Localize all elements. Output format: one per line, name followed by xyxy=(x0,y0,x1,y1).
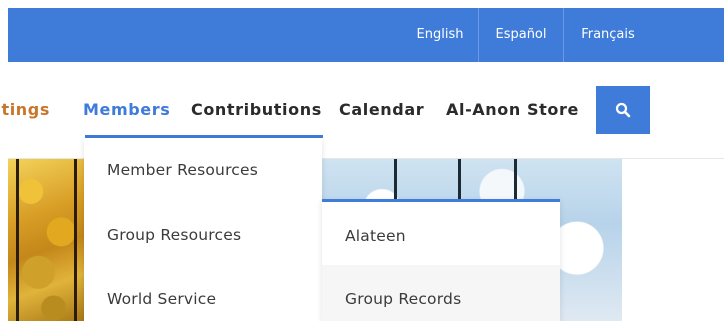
menu-item-group-resources[interactable]: Group Resources xyxy=(107,226,241,244)
search-button[interactable] xyxy=(596,86,650,134)
menu-item-member-resources[interactable]: Member Resources xyxy=(107,161,258,179)
tree-trunk xyxy=(16,159,19,321)
menu-item-world-service[interactable]: World Service xyxy=(107,290,216,308)
nav-item-members[interactable]: Members xyxy=(83,100,170,119)
language-bar: English Español Français xyxy=(8,8,724,62)
submenu-item-alateen[interactable]: Alateen xyxy=(345,227,406,245)
nav-item-meetings[interactable]: etings xyxy=(0,100,50,119)
nav-item-al-anon-store[interactable]: Al-Anon Store xyxy=(446,100,579,119)
window-post xyxy=(514,159,517,199)
autumn-tree-photo xyxy=(8,159,84,321)
language-english-link[interactable]: English xyxy=(402,8,478,62)
language-espanol-link[interactable]: Español xyxy=(478,8,563,62)
nav-item-contributions[interactable]: Contributions xyxy=(191,100,322,119)
window-post xyxy=(394,159,397,199)
submenu-dropdown: Alateen Group Records xyxy=(322,199,560,321)
members-dropdown-menu: Member Resources Group Resources World S… xyxy=(84,138,322,321)
submenu-item-group-records[interactable]: Group Records xyxy=(345,290,461,308)
search-icon xyxy=(615,102,631,118)
nav-item-calendar[interactable]: Calendar xyxy=(339,100,424,119)
window-post xyxy=(458,159,461,199)
tree-trunk xyxy=(74,159,77,321)
language-francais-link[interactable]: Français xyxy=(563,8,652,62)
